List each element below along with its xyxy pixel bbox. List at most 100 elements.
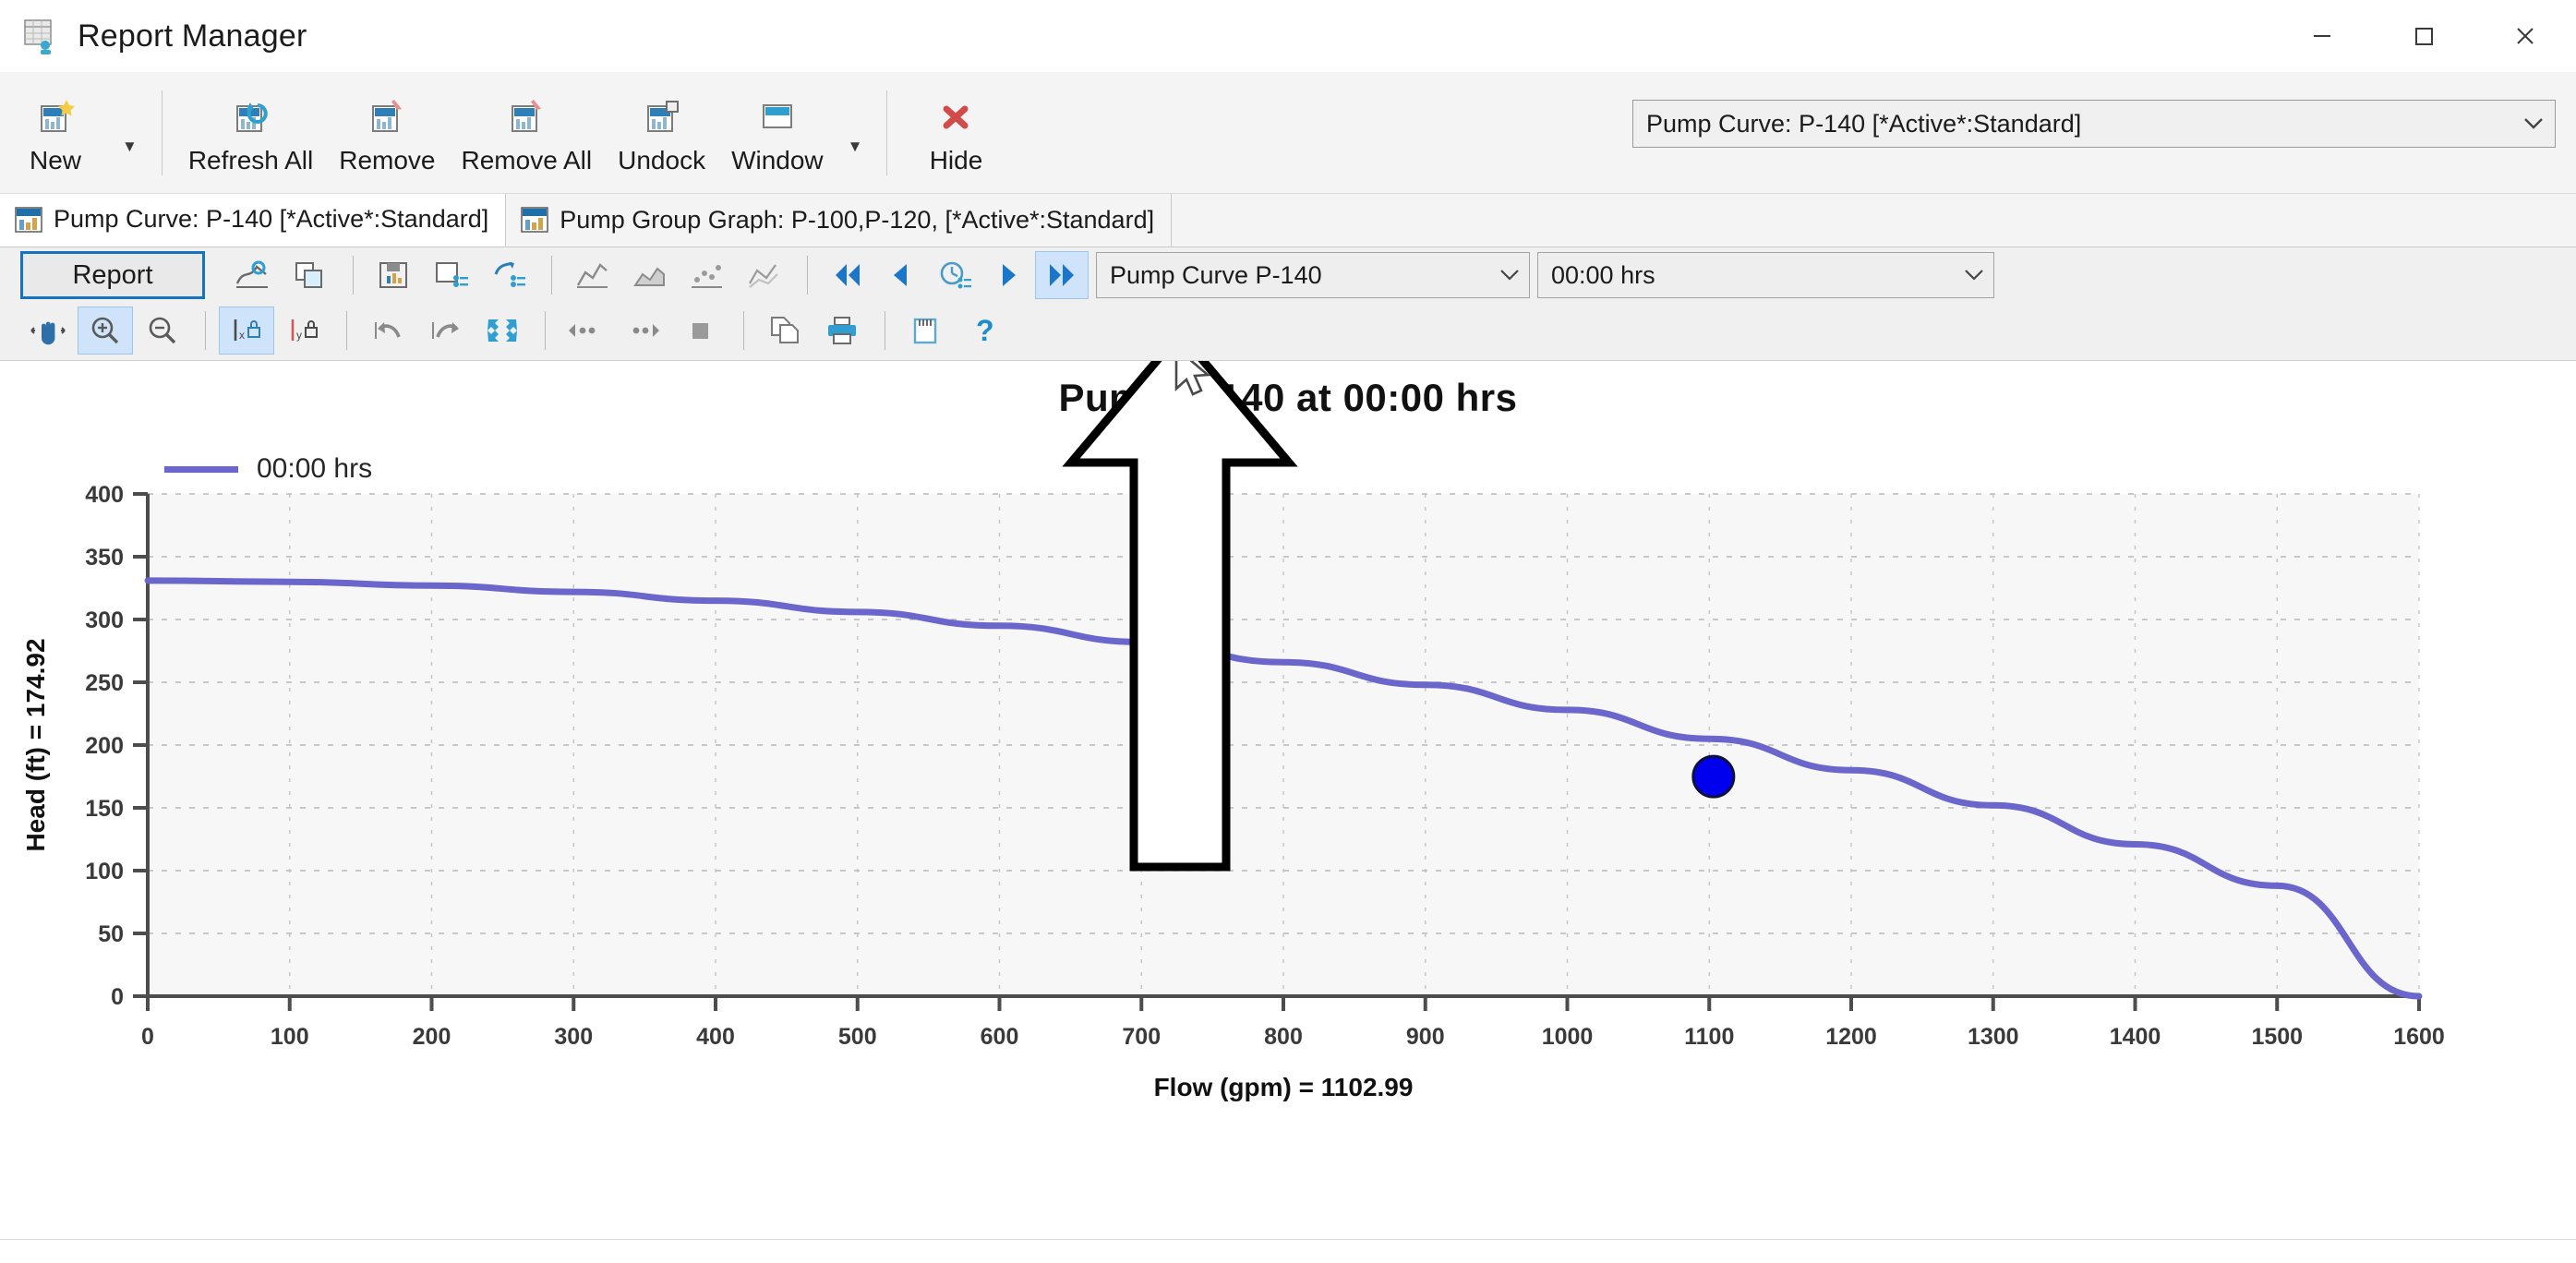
tab-label: Pump Group Graph: P-100,P-120, [*Active*…: [560, 205, 1155, 234]
redo-icon[interactable]: [417, 307, 473, 355]
pan-icon[interactable]: [20, 307, 76, 355]
graph-toolbar: Report Pump Curve P-140 00:00 hrs x y ?: [0, 247, 2576, 361]
window-dropdown-arrow[interactable]: ▼: [837, 138, 874, 156]
time-selector-combobox[interactable]: 00:00 hrs: [1537, 252, 1994, 298]
svg-text:1000: 1000: [1542, 1024, 1594, 1050]
maximize-icon[interactable]: [2373, 0, 2474, 72]
toolbar-divider-5: [346, 311, 347, 350]
curve-selector-value: Pump Curve P-140: [1110, 260, 1322, 289]
graph-options-icon[interactable]: [481, 251, 536, 299]
scroll-right-icon[interactable]: [616, 307, 671, 355]
graph-toolbar-row-2: x y ?: [0, 303, 2576, 358]
new-report-icon: [33, 90, 78, 138]
pump-curve-plot[interactable]: 0 50 100 150 200 250 300 350 400 0 100 200 300 400 500…: [0, 361, 2576, 1210]
svg-text:500: 500: [838, 1024, 877, 1050]
graph-toolbar-row-1: Report Pump Curve P-140 00:00 hrs: [0, 247, 2576, 303]
tab-label: Pump Curve: P-140 [*Active*:Standard]: [54, 205, 489, 233]
undock-icon: [640, 90, 684, 138]
remove-button[interactable]: Remove: [326, 78, 448, 187]
svg-text:1100: 1100: [1684, 1024, 1734, 1050]
copy-icon[interactable]: [757, 307, 813, 355]
chart-scatter-icon[interactable]: [680, 251, 735, 299]
svg-text:200: 200: [413, 1024, 451, 1050]
svg-text:Head (ft) = 174.92: Head (ft) = 174.92: [21, 638, 50, 851]
title-bar: Report Manager: [0, 0, 2576, 72]
copy-graph-icon[interactable]: [283, 251, 338, 299]
step-back-icon[interactable]: [874, 251, 928, 299]
zoom-in-icon[interactable]: [78, 307, 133, 355]
step-forward-icon[interactable]: [981, 251, 1035, 299]
notes-icon[interactable]: [898, 307, 954, 355]
chart-line-icon[interactable]: [565, 251, 620, 299]
remove-all-button[interactable]: Remove All: [449, 78, 606, 187]
svg-text:300: 300: [554, 1024, 593, 1050]
svg-text:1300: 1300: [1968, 1024, 2019, 1050]
svg-text:100: 100: [271, 1024, 309, 1050]
zoom-out-icon[interactable]: [135, 307, 190, 355]
undock-button[interactable]: Undock: [605, 78, 718, 187]
hide-button[interactable]: Hide: [900, 78, 1011, 187]
stop-icon[interactable]: [673, 307, 728, 355]
svg-text:800: 800: [1264, 1024, 1303, 1050]
new-dropdown-arrow[interactable]: ▼: [111, 138, 149, 156]
window-label: Window: [731, 145, 824, 174]
svg-text:400: 400: [85, 482, 124, 508]
skip-to-first-icon[interactable]: [821, 251, 874, 299]
report-selector-combobox[interactable]: Pump Curve: P-140 [*Active*:Standard]: [1632, 100, 2556, 148]
window-title: Report Manager: [78, 18, 307, 54]
window-button[interactable]: Window: [718, 78, 837, 187]
svg-text:1500: 1500: [2251, 1024, 2303, 1050]
minimize-icon[interactable]: [2271, 0, 2373, 72]
hide-icon: [933, 90, 978, 138]
remove-all-icon: [504, 90, 548, 138]
save-graph-icon[interactable]: [367, 251, 422, 299]
graph-series-icon[interactable]: [225, 251, 281, 299]
toolbar-divider-2: [551, 256, 552, 295]
svg-text:900: 900: [1406, 1024, 1445, 1050]
chart-tab-icon: [521, 206, 548, 234]
refresh-all-icon: [229, 90, 273, 138]
chevron-down-icon: [1490, 263, 1522, 287]
graph-properties-icon[interactable]: [424, 251, 479, 299]
undock-label: Undock: [618, 145, 706, 174]
skip-to-last-icon[interactable]: [1035, 251, 1089, 299]
lock-y-axis-icon[interactable]: y: [276, 307, 331, 355]
chart-area-icon[interactable]: [622, 251, 678, 299]
report-manager-icon: [22, 17, 61, 55]
lock-x-axis-icon[interactable]: x: [219, 307, 274, 355]
report-button[interactable]: Report: [20, 251, 205, 299]
fit-to-window-icon[interactable]: [475, 307, 530, 355]
status-bar: [0, 1239, 2576, 1263]
svg-text:600: 600: [981, 1024, 1019, 1050]
svg-text:300: 300: [85, 607, 124, 633]
svg-text:Flow (gpm) = 1102.99: Flow (gpm) = 1102.99: [1154, 1073, 1414, 1101]
svg-text:350: 350: [85, 545, 124, 571]
print-icon[interactable]: [814, 307, 870, 355]
window-controls: [2271, 0, 2576, 72]
svg-text:0: 0: [111, 984, 124, 1010]
svg-text:100: 100: [85, 859, 124, 884]
tab-pump-curve-p140[interactable]: Pump Curve: P-140 [*Active*:Standard]: [0, 193, 507, 247]
new-report-button[interactable]: New: [0, 78, 111, 187]
chart-tab-icon: [15, 206, 42, 234]
chevron-down-icon: [1955, 263, 1986, 287]
help-icon[interactable]: ?: [956, 307, 1011, 355]
chart-multi-icon[interactable]: [737, 251, 792, 299]
svg-text:1400: 1400: [2110, 1024, 2161, 1050]
remove-icon: [365, 90, 409, 138]
tab-pump-group-graph[interactable]: Pump Group Graph: P-100,P-120, [*Active*…: [506, 193, 1173, 247]
scroll-left-icon[interactable]: [559, 307, 614, 355]
time-clock-icon[interactable]: [928, 251, 981, 299]
svg-text:1200: 1200: [1825, 1024, 1877, 1050]
ribbon-toolbar: New ▼ Refresh All Remove Remove All Undo…: [0, 72, 2576, 194]
window-icon: [755, 90, 800, 138]
refresh-all-button[interactable]: Refresh All: [175, 78, 326, 187]
close-icon[interactable]: [2474, 0, 2576, 72]
curve-selector-combobox[interactable]: Pump Curve P-140: [1096, 252, 1530, 298]
report-selector-value: Pump Curve: P-140 [*Active*:Standard]: [1646, 109, 2082, 138]
svg-text:700: 700: [1122, 1024, 1161, 1050]
undo-icon[interactable]: [360, 307, 415, 355]
new-report-label: New: [29, 145, 81, 174]
ribbon-divider: [161, 90, 163, 175]
svg-text:1600: 1600: [2393, 1024, 2445, 1050]
